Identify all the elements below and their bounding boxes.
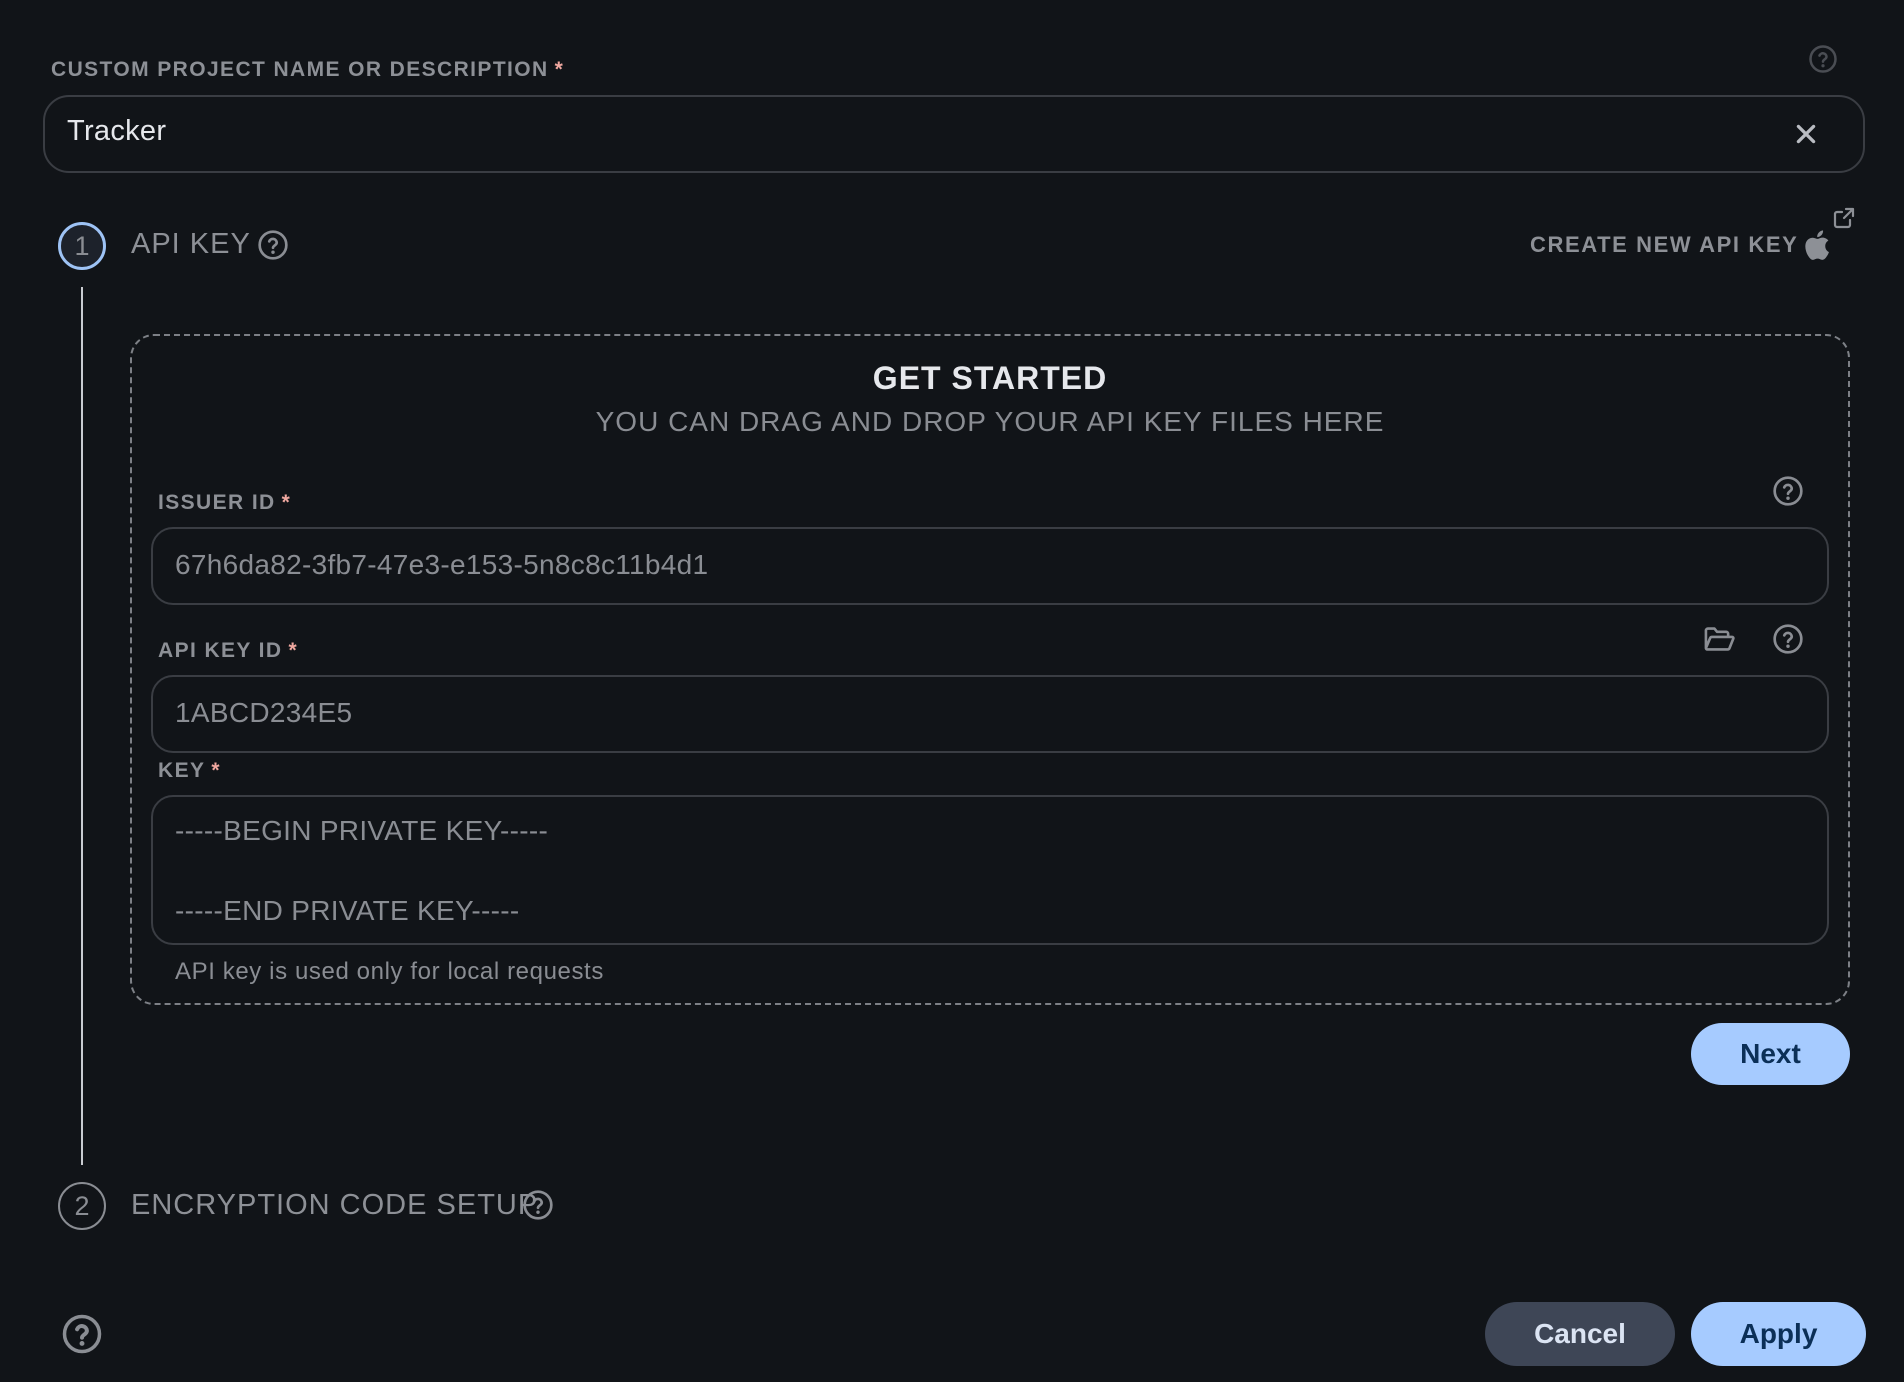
- required-mark: *: [554, 58, 565, 81]
- required-mark: *: [288, 639, 299, 662]
- external-link-icon[interactable]: [1832, 206, 1856, 230]
- api-key-id-label-text: API KEY ID: [158, 639, 283, 662]
- api-key-id-input[interactable]: 1ABCD234E5: [151, 675, 1829, 753]
- required-mark: *: [281, 491, 292, 514]
- issuer-id-placeholder: 67h6da82-3fb7-47e3-e153-5n8c8c11b4d1: [175, 549, 709, 580]
- create-api-key-link[interactable]: CREATE NEW API KEY: [1530, 232, 1798, 258]
- issuer-id-label-text: ISSUER ID: [158, 491, 276, 514]
- key-label: KEY *: [158, 759, 221, 783]
- key-placeholder-end: -----END PRIVATE KEY-----: [175, 895, 520, 926]
- project-name-label: CUSTOM PROJECT NAME OR DESCRIPTION *: [51, 58, 564, 82]
- project-help-icon[interactable]: [1808, 44, 1838, 74]
- project-name-value: Tracker: [67, 115, 167, 147]
- dropzone-title: GET STARTED: [872, 360, 1108, 396]
- issuer-id-help-icon[interactable]: [1772, 475, 1804, 507]
- step-2-title: ENCRYPTION CODE SETUP: [131, 1189, 539, 1221]
- apply-button-label: Apply: [1739, 1318, 1818, 1349]
- api-key-id-placeholder: 1ABCD234E5: [175, 697, 353, 728]
- step-1-number: 1: [74, 230, 90, 261]
- required-mark: *: [211, 759, 221, 782]
- cancel-button[interactable]: Cancel: [1485, 1302, 1675, 1366]
- next-button[interactable]: Next: [1691, 1023, 1850, 1085]
- step-1-indicator: 1: [58, 222, 106, 270]
- key-label-text: KEY: [158, 759, 206, 782]
- folder-open-icon[interactable]: [1702, 623, 1736, 655]
- dropzone-subtitle: YOU CAN DRAG AND DROP YOUR API KEY FILES…: [595, 406, 1385, 437]
- api-key-id-help-icon[interactable]: [1772, 623, 1804, 655]
- clear-icon[interactable]: [1793, 121, 1819, 147]
- step-2-indicator: 2: [58, 1182, 106, 1230]
- step-1-title: API KEY: [131, 228, 251, 260]
- private-key-textarea[interactable]: -----BEGIN PRIVATE KEY----- -----END PRI…: [151, 795, 1829, 945]
- api-key-id-label: API KEY ID *: [158, 639, 298, 663]
- issuer-id-label: ISSUER ID *: [158, 491, 291, 515]
- key-placeholder-begin: -----BEGIN PRIVATE KEY-----: [175, 815, 549, 846]
- apply-button[interactable]: Apply: [1691, 1302, 1866, 1366]
- step-1-help-icon[interactable]: [257, 229, 289, 261]
- issuer-id-input[interactable]: 67h6da82-3fb7-47e3-e153-5n8c8c11b4d1: [151, 527, 1829, 605]
- api-key-helper-text: API key is used only for local requests: [175, 958, 604, 985]
- project-name-input[interactable]: Tracker: [43, 95, 1865, 173]
- step-2-help-icon[interactable]: [522, 1189, 554, 1221]
- step-connector-line: [81, 287, 83, 1165]
- footer-help-icon[interactable]: [61, 1313, 103, 1355]
- apple-icon[interactable]: [1801, 228, 1831, 262]
- next-button-label: Next: [1740, 1038, 1801, 1069]
- step-2-number: 2: [74, 1190, 90, 1221]
- project-name-label-text: CUSTOM PROJECT NAME OR DESCRIPTION: [51, 58, 549, 81]
- create-api-key-label: CREATE NEW API KEY: [1530, 232, 1799, 257]
- cancel-button-label: Cancel: [1534, 1318, 1626, 1349]
